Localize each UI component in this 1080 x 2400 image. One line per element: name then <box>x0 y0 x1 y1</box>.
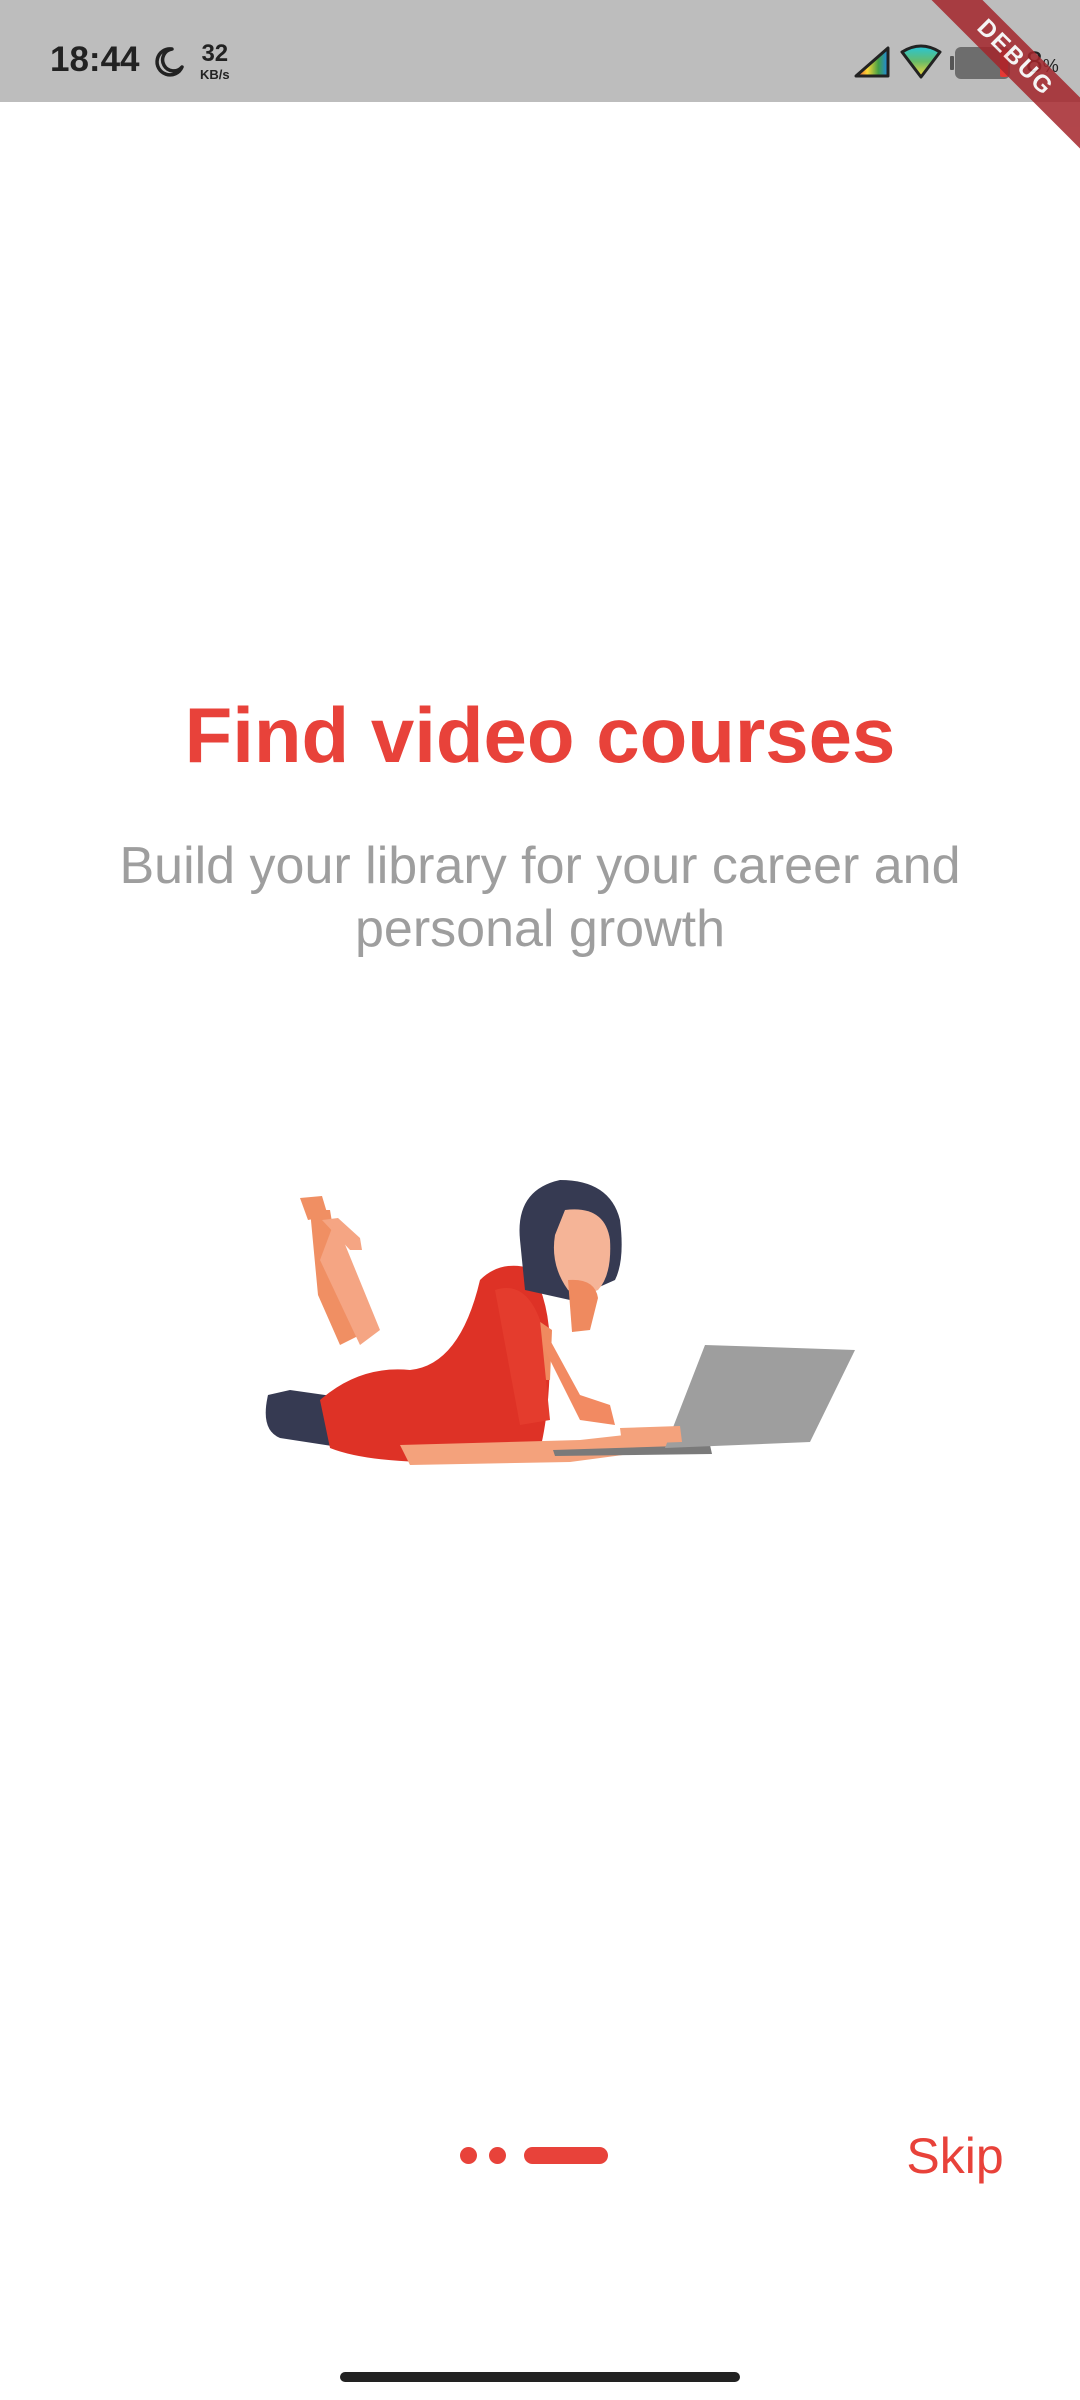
status-bar: 18:44 32 KB/s 8% <box>0 0 1080 102</box>
foot-back <box>300 1196 328 1220</box>
onboarding-subtitle: Build your library for your career and p… <box>119 837 961 958</box>
moon-icon <box>155 47 184 77</box>
onboarding-screen: 18:44 32 KB/s 8% DEBUG Find video course… <box>0 0 1080 2400</box>
wifi-icon <box>900 44 942 79</box>
status-time: 18:44 <box>50 40 140 79</box>
hand <box>568 1279 598 1332</box>
hand-on-laptop <box>620 1426 682 1444</box>
skip-button[interactable]: Skip <box>880 2118 1030 2194</box>
battery-percent-value: 8 <box>1026 46 1043 79</box>
woman-with-laptop-illustration <box>265 1180 855 1465</box>
onboarding-title: Find video courses <box>184 691 896 779</box>
battery-percent-sign: % <box>1042 56 1059 76</box>
network-speed-value: 32 <box>201 40 229 67</box>
laptop-screen <box>665 1345 855 1448</box>
page-dot-3-active[interactable] <box>524 2146 608 2164</box>
page-dot-1[interactable] <box>460 2146 477 2164</box>
signal-icon <box>854 46 890 78</box>
network-speed: 32 KB/s <box>200 40 230 82</box>
forearm <box>540 1340 615 1425</box>
home-indicator[interactable] <box>340 2372 740 2382</box>
page-dot-2[interactable] <box>489 2146 506 2164</box>
battery-percent: 8% <box>1026 46 1059 80</box>
page-indicator <box>460 2146 608 2164</box>
battery-icon <box>950 47 1010 79</box>
network-speed-unit: KB/s <box>200 67 230 82</box>
